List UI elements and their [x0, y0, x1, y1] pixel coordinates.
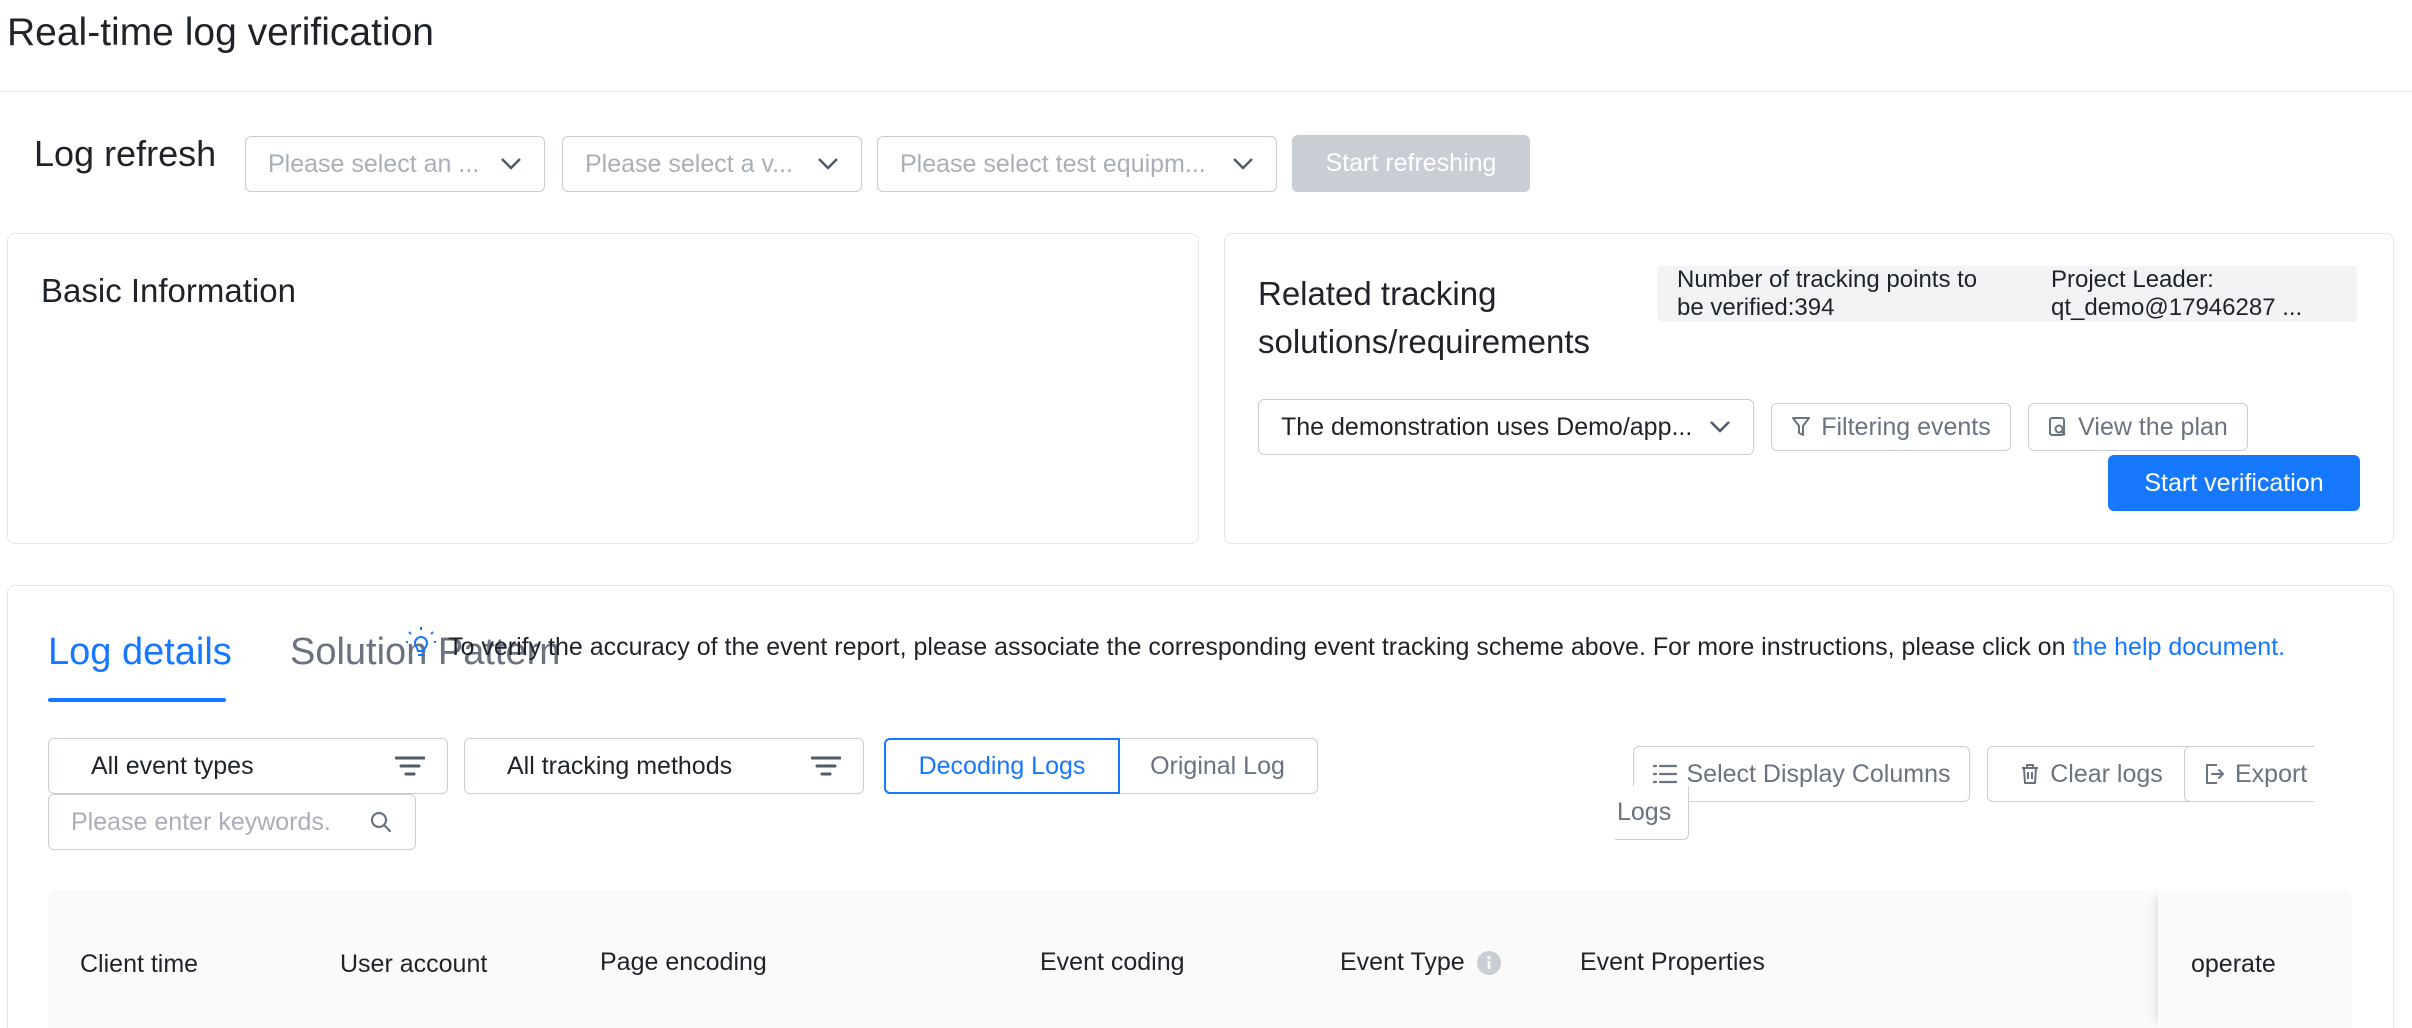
column-event-coding: Event coding — [1040, 948, 1185, 976]
decoding-logs-segment[interactable]: Decoding Logs — [884, 738, 1120, 794]
original-log-segment[interactable]: Original Log — [1118, 738, 1318, 794]
page-header: Real-time log verification — [0, 0, 2412, 92]
select-display-columns-label: Select Display Columns — [1686, 759, 1951, 788]
project-leader-label: Project Leader: — [2051, 266, 2214, 293]
info-icon[interactable] — [1476, 950, 1501, 975]
tab-active-underline — [48, 698, 226, 702]
version-select[interactable]: Please select a v... — [562, 136, 862, 192]
project-leader: Project Leader: qt_demo@17946287 ... — [2051, 266, 2302, 322]
filtering-events-button[interactable]: Filtering events — [1771, 403, 2011, 451]
column-event-type-label: Event Type — [1340, 948, 1465, 976]
event-types-filter-value: All event types — [91, 751, 254, 780]
operate-column-header: operate — [2158, 890, 2352, 1028]
chevron-down-icon — [500, 153, 522, 175]
related-tracking-title: Related tracking solutions/requirements — [1258, 270, 1590, 366]
chevron-down-icon — [817, 153, 839, 175]
keyword-search-input[interactable]: Please enter keywords. — [48, 794, 416, 850]
version-select-placeholder: Please select a v... — [585, 149, 793, 178]
related-tracking-card: Related tracking solutions/requirements … — [1224, 233, 2394, 544]
project-leader-value: qt_demo@17946287 ... — [2051, 294, 2303, 321]
app-select[interactable]: Please select an ... — [245, 136, 545, 192]
clear-logs-button[interactable]: Clear logs — [1987, 746, 2196, 802]
tracking-points-count: Number of tracking points to be verified… — [1677, 266, 1977, 322]
start-refreshing-button[interactable]: Start refreshing — [1292, 135, 1530, 192]
filter-lines-icon — [811, 755, 841, 777]
column-page-encoding: Page encoding — [600, 948, 767, 976]
column-operate: operate — [2191, 950, 2276, 978]
event-types-filter[interactable]: All event types — [48, 738, 448, 794]
page-title: Real-time log verification — [7, 11, 435, 54]
view-plan-label: View the plan — [2078, 412, 2228, 441]
basic-information-card: Basic Information — [7, 233, 1199, 544]
column-user-account: User account — [340, 950, 488, 978]
verification-hint-text: To verify the accuracy of the event repo… — [448, 633, 2073, 661]
start-verification-button[interactable]: Start verification — [2108, 455, 2360, 511]
view-plan-button[interactable]: View the plan — [2028, 403, 2248, 451]
basic-information-title: Basic Information — [41, 272, 296, 309]
verification-hint: To verify the accuracy of the event repo… — [448, 631, 2285, 663]
related-tracking-title-line2: solutions/requirements — [1258, 323, 1590, 360]
tracking-methods-filter[interactable]: All tracking methods — [464, 738, 864, 794]
chevron-down-icon — [1232, 153, 1254, 175]
column-client-time: Client time — [80, 950, 199, 978]
tracking-methods-filter-value: All tracking methods — [507, 751, 733, 780]
filter-lines-icon — [395, 755, 425, 777]
app-select-placeholder: Please select an ... — [268, 149, 480, 178]
test-equipment-select[interactable]: Please select test equipm... — [877, 136, 1277, 192]
export-logs-label-line2[interactable]: Logs — [1615, 786, 1689, 840]
export-logs-button[interactable]: Export — [2184, 746, 2314, 802]
keyword-search-placeholder: Please enter keywords. — [71, 807, 331, 836]
export-logs-label-line1: Export — [2235, 759, 2308, 788]
list-icon — [1652, 763, 1677, 785]
trash-icon — [2020, 763, 2040, 785]
column-event-type: Event Type — [1340, 948, 1501, 977]
funnel-icon — [1791, 416, 1811, 438]
plan-icon — [2048, 416, 2068, 438]
tracking-stats-box: Number of tracking points to be verified… — [1657, 266, 2357, 322]
tracking-points-count-line1: Number of tracking points to — [1677, 266, 1978, 293]
export-icon — [2203, 763, 2225, 785]
lightbulb-icon — [406, 626, 436, 660]
test-equipment-select-placeholder: Please select test equipm... — [900, 149, 1206, 178]
search-icon[interactable] — [369, 810, 393, 834]
log-refresh-label: Log refresh — [34, 133, 217, 174]
related-tracking-title-line1: Related tracking — [1258, 275, 1497, 312]
clear-logs-label: Clear logs — [2050, 759, 2163, 788]
help-document-link[interactable]: the help document. — [2072, 633, 2285, 661]
tracking-plan-select-value: The demonstration uses Demo/app... — [1281, 412, 1693, 441]
tracking-plan-select[interactable]: The demonstration uses Demo/app... — [1258, 399, 1754, 455]
tab-log-details[interactable]: Log details — [48, 627, 232, 677]
chevron-down-icon — [1709, 416, 1731, 438]
column-event-properties: Event Properties — [1580, 948, 1765, 976]
tracking-points-count-line2: be verified:394 — [1677, 294, 1835, 321]
filtering-events-label: Filtering events — [1821, 412, 1991, 441]
